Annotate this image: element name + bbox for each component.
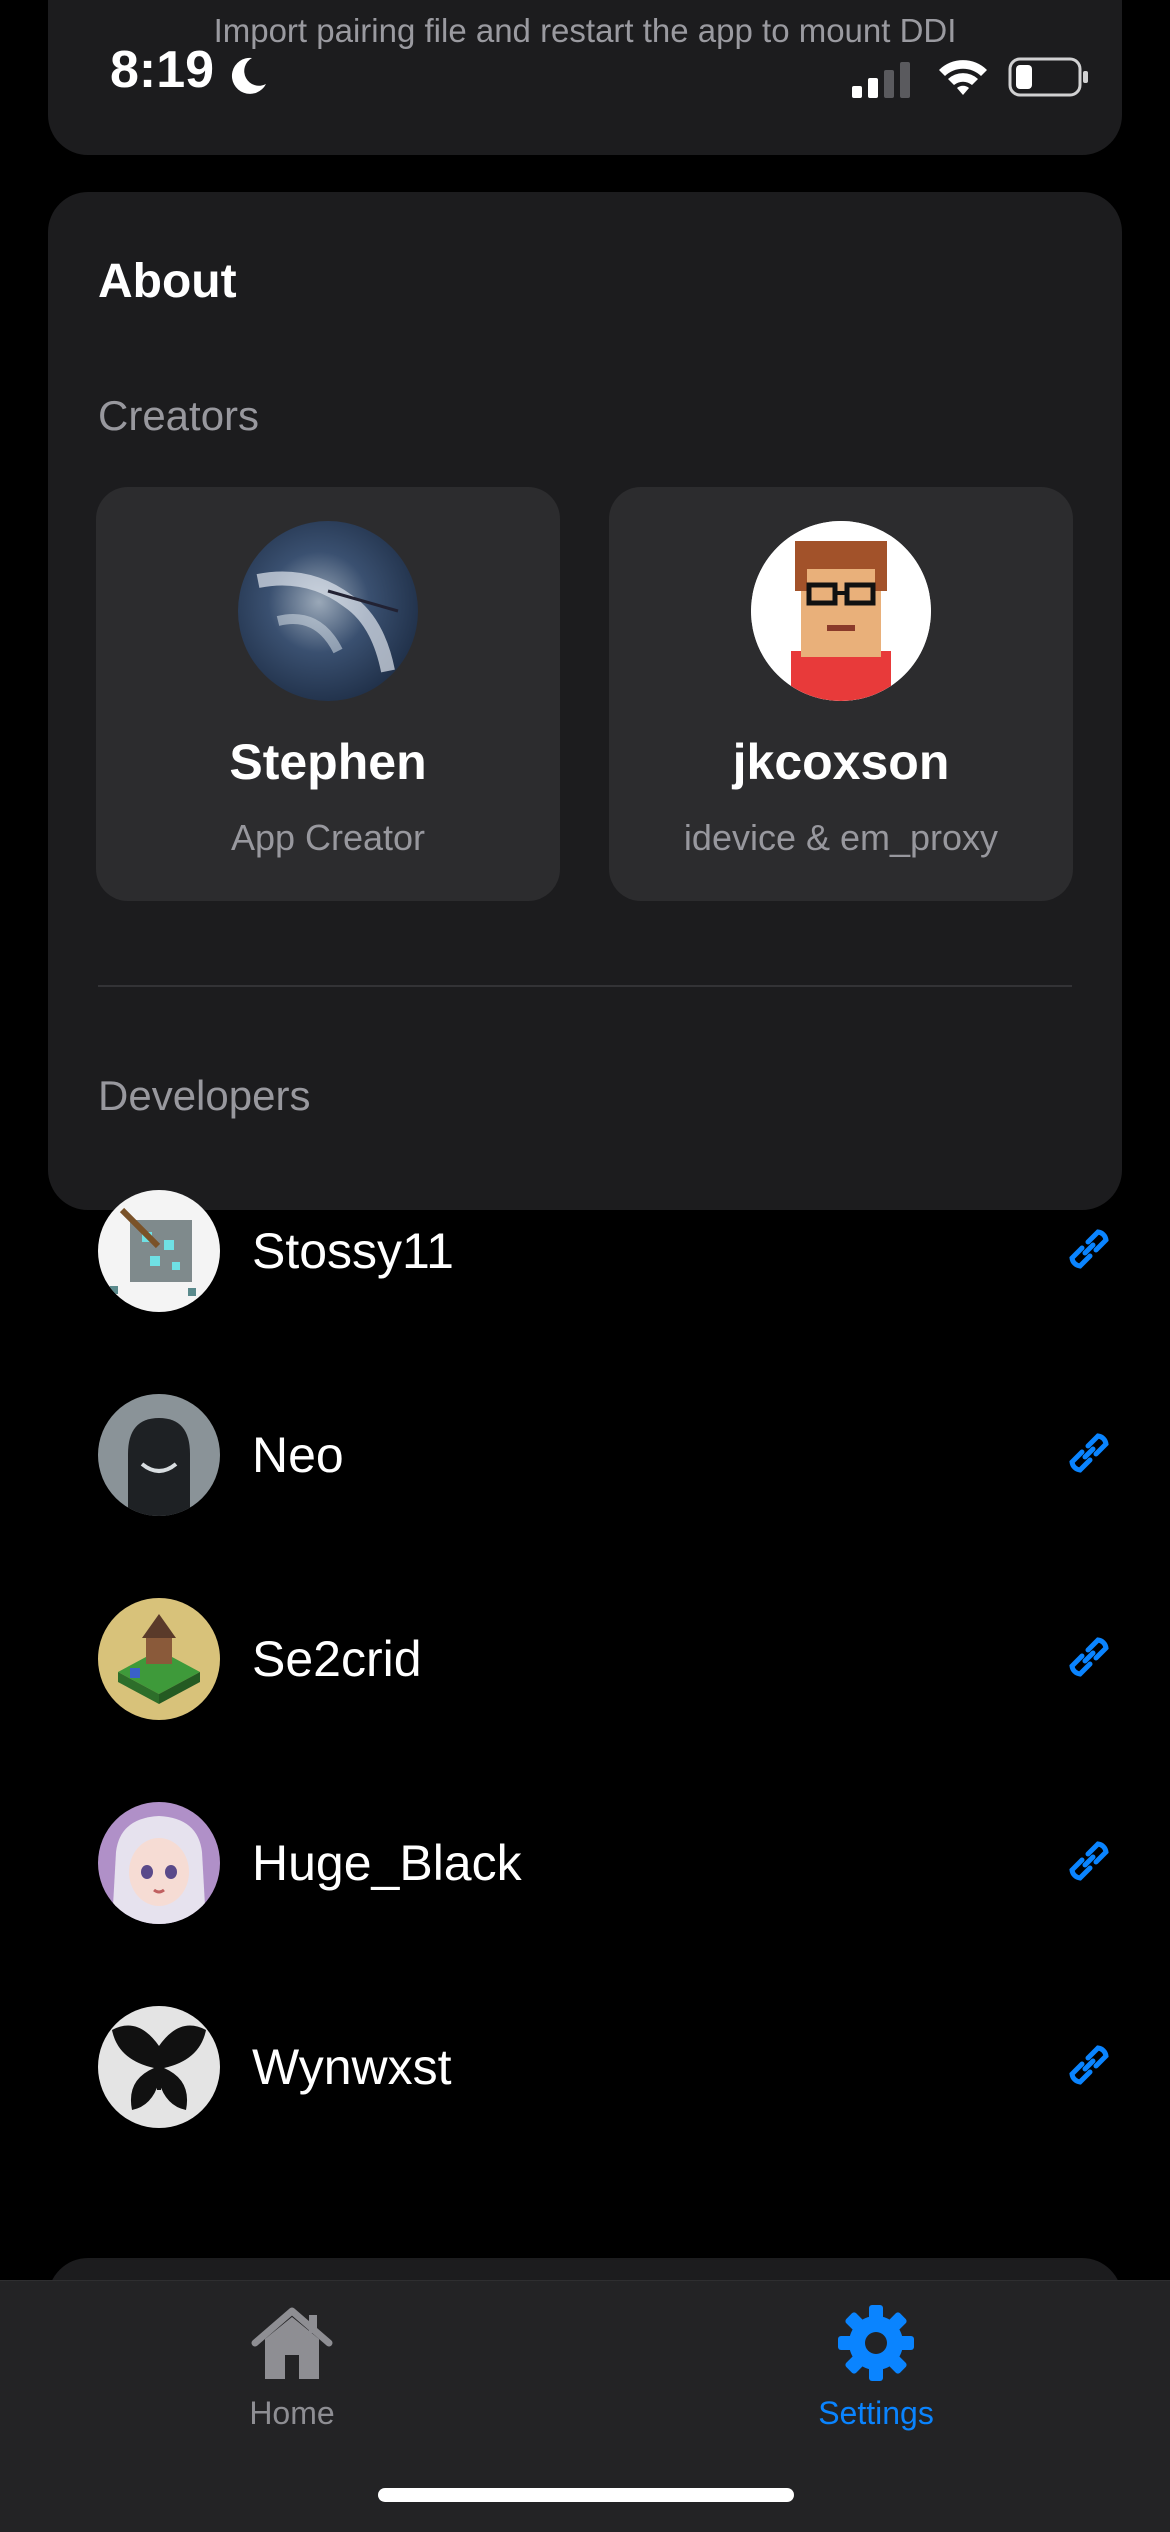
isometric-house-avatar-image [98,1598,220,1720]
developer-name: Wynwxst [252,2039,452,2095]
anime-girl-avatar-image [98,1802,220,1924]
developer-row-stossy11[interactable]: Stossy11 [96,1190,1109,1314]
butterfly-avatar-image [98,2006,220,2128]
pairing-notice-card: Import pairing file and restart the app … [48,0,1122,155]
house-icon [251,2307,333,2379]
developer-row-wynwxst[interactable]: Wynwxst [96,2006,1109,2130]
creator-card-jkcoxson[interactable]: jkcoxson idevice & em_proxy [609,487,1073,901]
link-icon[interactable] [1058,1422,1120,1484]
developer-name: Huge_Black [252,1835,522,1891]
about-title: About [98,255,237,308]
settings-screen: Import pairing file and restart the app … [0,0,1170,2532]
creator-role: App Creator [230,817,426,858]
tab-home[interactable]: Home [162,2303,422,2443]
tab-settings[interactable]: Settings [746,2303,1006,2443]
tab-label: Settings [818,2395,934,2431]
avatar [98,1802,220,1924]
avatar [98,1598,220,1720]
link-icon[interactable] [1058,1626,1120,1688]
pixel-face-avatar-image [751,521,931,701]
tab-label: Home [249,2395,335,2431]
avatar [98,1394,220,1516]
developer-name: Se2crid [252,1631,422,1687]
gear-icon [838,2305,914,2381]
developer-row-se2crid[interactable]: Se2crid [96,1598,1109,1722]
developer-name: Stossy11 [252,1223,454,1279]
creators-label: Creators [98,392,260,439]
link-icon[interactable] [1058,1830,1120,1892]
minecraft-ore-avatar-image [98,1190,220,1312]
avatar [98,2006,220,2128]
developer-row-neo[interactable]: Neo [96,1394,1109,1518]
developer-row-huge-black[interactable]: Huge_Black [96,1802,1109,1926]
link-icon[interactable] [1058,2034,1120,2096]
hooded-figure-avatar-image [98,1394,220,1516]
developers-label: Developers [98,1072,311,1119]
avatar [98,1190,220,1312]
avatar [751,521,931,701]
avatar [238,521,418,701]
developer-name: Neo [252,1427,344,1483]
creator-name: Stephen [229,734,427,790]
link-icon[interactable] [1058,1218,1120,1280]
creator-name: jkcoxson [732,734,950,790]
creator-card-stephen[interactable]: Stephen App Creator [96,487,560,901]
section-divider [98,985,1072,987]
about-card: About Creators Stephen App Creator jkcox… [48,192,1122,2128]
home-indicator [378,2488,794,2502]
pairing-notice-text: Import pairing file and restart the app … [213,12,957,49]
ocean-photo-avatar-image [238,521,418,701]
creator-role: idevice & em_proxy [683,817,999,858]
